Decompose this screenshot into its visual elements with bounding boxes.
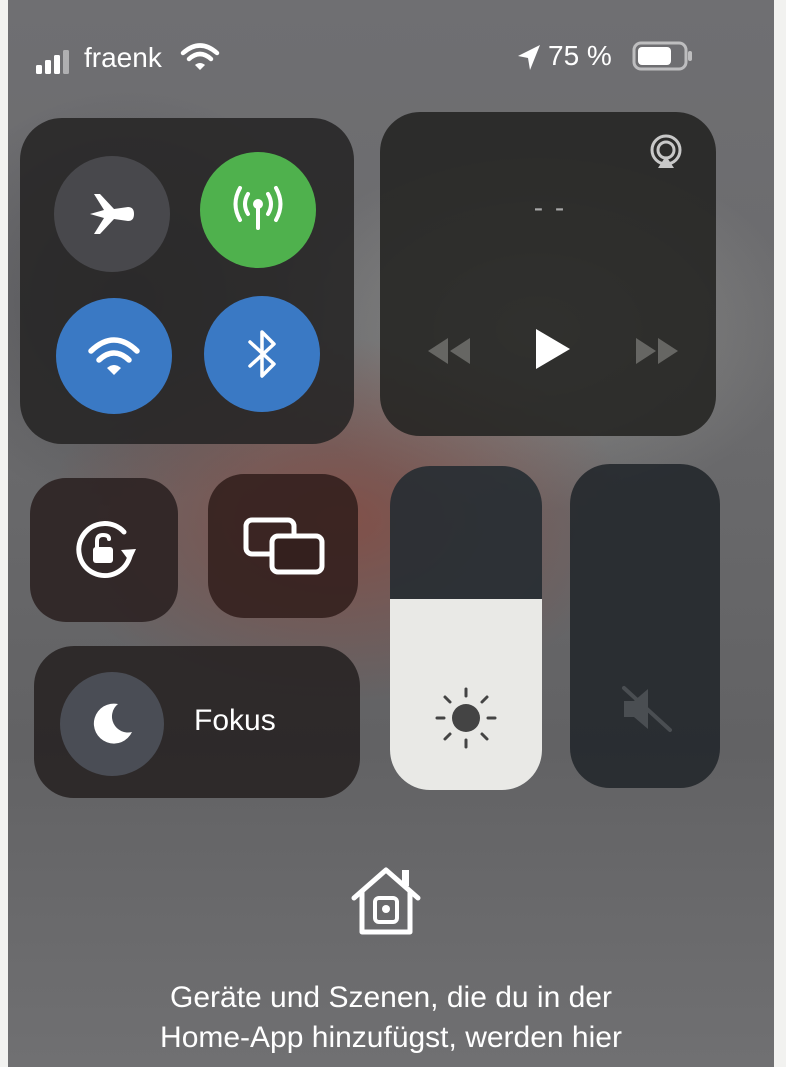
airplane-mode-toggle[interactable]	[54, 156, 170, 272]
wifi-toggle[interactable]	[56, 298, 172, 414]
now-playing-panel: - -	[380, 112, 716, 436]
control-center: fraenk 75 % - - Fokus Geräte und Szenen,…	[8, 0, 774, 1067]
home-icon	[346, 862, 426, 940]
wifi-icon	[180, 42, 220, 72]
airplane-icon	[84, 186, 140, 242]
status-bar: fraenk 75 %	[8, 0, 774, 90]
location-arrow-icon	[516, 44, 542, 72]
wifi-icon	[86, 334, 142, 378]
brightness-slider[interactable]	[390, 466, 542, 790]
carrier-name: fraenk	[84, 42, 162, 73]
cellular-data-toggle[interactable]	[200, 152, 316, 268]
airplay-icon[interactable]	[646, 132, 686, 172]
orientation-lock-button[interactable]	[30, 478, 178, 622]
home-message-line-1: Geräte und Szenen, die du in der	[170, 981, 612, 1014]
connectivity-panel	[20, 118, 354, 444]
home-message: Geräte und Szenen, die du in der Home-Ap…	[8, 978, 774, 1058]
screen-mirroring-button[interactable]	[208, 474, 358, 618]
bluetooth-toggle[interactable]	[204, 296, 320, 412]
sun-icon	[434, 686, 498, 750]
fast-forward-icon[interactable]	[634, 336, 680, 366]
screen-mirroring-icon	[242, 516, 326, 576]
now-playing-title: - -	[533, 192, 567, 223]
home-message-line-2: Home-App hinzufügst, werden hier	[160, 1021, 622, 1054]
rewind-icon[interactable]	[426, 336, 472, 366]
orientation-lock-icon	[68, 516, 140, 586]
focus-label: Fokus	[194, 704, 276, 737]
play-icon[interactable]	[532, 326, 572, 372]
focus-moon-circle	[60, 672, 164, 776]
volume-slider[interactable]	[570, 464, 720, 788]
antenna-icon	[226, 178, 290, 242]
signal-bars-icon	[36, 50, 70, 74]
bluetooth-icon	[240, 324, 284, 384]
moon-icon	[88, 700, 136, 748]
battery-icon	[632, 40, 694, 72]
battery-percentage: 75 %	[548, 40, 612, 71]
speaker-muted-icon	[618, 684, 674, 734]
focus-button[interactable]: Fokus	[34, 646, 360, 798]
